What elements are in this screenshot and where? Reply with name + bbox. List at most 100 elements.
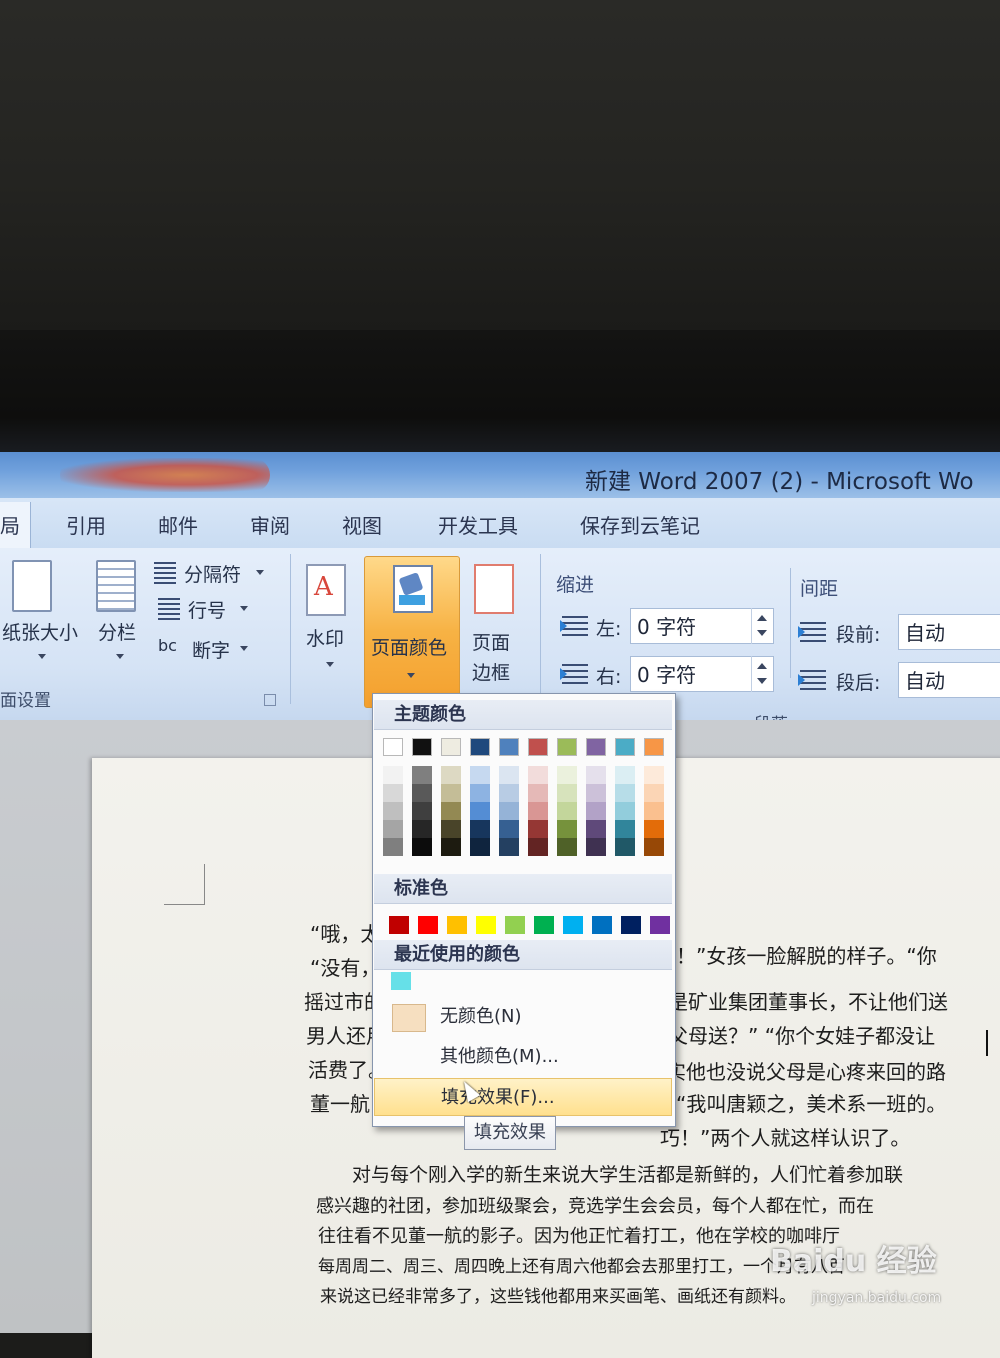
theme-shade-swatch[interactable] [383, 802, 403, 820]
theme-shade-swatch[interactable] [615, 838, 635, 856]
tab-review[interactable]: 审阅 [250, 510, 290, 539]
more-colors-item[interactable]: 其他颜色(M)... [374, 1038, 672, 1076]
theme-shade-swatch[interactable] [528, 820, 548, 838]
tab-view[interactable]: 视图 [342, 510, 382, 539]
page-borders-label-2[interactable]: 边框 [472, 658, 510, 685]
theme-shade-swatch[interactable] [383, 766, 403, 784]
line-numbers-button[interactable]: 行号 [188, 596, 226, 623]
theme-shade-swatch[interactable] [499, 766, 519, 784]
theme-shade-swatch[interactable] [557, 820, 577, 838]
standard-color-swatch[interactable] [592, 916, 612, 934]
breaks-button[interactable]: 分隔符 [184, 560, 241, 587]
standard-color-swatch[interactable] [563, 916, 583, 934]
standard-color-swatch[interactable] [505, 916, 525, 934]
theme-shade-swatch[interactable] [412, 784, 432, 802]
theme-shade-swatch[interactable] [586, 802, 606, 820]
theme-shade-swatch[interactable] [470, 766, 490, 784]
theme-shade-swatch[interactable] [441, 766, 461, 784]
theme-shade-swatch[interactable] [586, 838, 606, 856]
standard-color-swatch[interactable] [447, 916, 467, 934]
theme-shade-swatch[interactable] [499, 820, 519, 838]
indent-right-input[interactable]: 0 字符 [630, 656, 774, 692]
theme-shade-swatch[interactable] [412, 802, 432, 820]
theme-shade-swatch[interactable] [412, 820, 432, 838]
theme-shade-swatch[interactable] [586, 766, 606, 784]
standard-color-swatch[interactable] [650, 916, 670, 934]
paper-size-button[interactable]: 纸张大小 [2, 618, 78, 645]
theme-shade-swatch[interactable] [412, 838, 432, 856]
theme-shade-swatch[interactable] [644, 766, 664, 784]
spacing-before-input[interactable]: 自动 [898, 614, 1000, 650]
theme-shade-swatch[interactable] [586, 820, 606, 838]
watermark-button[interactable]: 水印 [306, 624, 344, 651]
indent-left-input[interactable]: 0 字符 [630, 608, 774, 644]
theme-shade-swatch[interactable] [470, 802, 490, 820]
theme-shade-swatch[interactable] [586, 784, 606, 802]
theme-shade-swatch[interactable] [499, 784, 519, 802]
tab-references[interactable]: 引用 [66, 510, 106, 539]
theme-shade-swatch[interactable] [441, 784, 461, 802]
theme-shade-swatch[interactable] [528, 838, 548, 856]
theme-shade-swatch[interactable] [557, 802, 577, 820]
theme-shade-swatch[interactable] [557, 766, 577, 784]
spacing-before-value: 自动 [905, 621, 945, 645]
theme-color-swatch[interactable] [383, 738, 403, 756]
monitor-bezel [0, 0, 1000, 330]
theme-color-swatch[interactable] [528, 738, 548, 756]
theme-shade-swatch[interactable] [441, 802, 461, 820]
theme-shade-swatch[interactable] [557, 838, 577, 856]
theme-shade-swatch[interactable] [441, 838, 461, 856]
theme-shade-swatch[interactable] [528, 802, 548, 820]
standard-color-swatch[interactable] [418, 916, 438, 934]
page-color-button[interactable]: 页面颜色 [364, 556, 460, 708]
theme-shade-swatch[interactable] [383, 838, 403, 856]
spinner-icon[interactable] [751, 656, 772, 692]
theme-shade-swatch[interactable] [644, 802, 664, 820]
theme-shade-swatch[interactable] [470, 820, 490, 838]
theme-color-swatch[interactable] [615, 738, 635, 756]
page-borders-icon [474, 564, 514, 614]
theme-color-swatch[interactable] [470, 738, 490, 756]
theme-shade-swatch[interactable] [528, 784, 548, 802]
theme-shade-swatch[interactable] [499, 802, 519, 820]
theme-color-swatch[interactable] [441, 738, 461, 756]
theme-shade-swatch[interactable] [615, 802, 635, 820]
theme-shade-swatch[interactable] [615, 820, 635, 838]
theme-color-swatch[interactable] [557, 738, 577, 756]
spinner-icon[interactable] [751, 608, 772, 644]
spacing-after-input[interactable]: 自动 [898, 662, 1000, 698]
theme-color-swatch[interactable] [586, 738, 606, 756]
tab-save-to-cloud-notes[interactable]: 保存到云笔记 [580, 510, 700, 539]
tab-mailings[interactable]: 邮件 [158, 510, 198, 539]
no-color-item[interactable]: 无颜色(N) [374, 998, 672, 1036]
theme-color-swatch[interactable] [412, 738, 432, 756]
tab-developer[interactable]: 开发工具 [438, 510, 518, 539]
theme-shade-swatch[interactable] [615, 784, 635, 802]
theme-shade-swatch[interactable] [383, 784, 403, 802]
theme-shade-swatch[interactable] [499, 838, 519, 856]
theme-color-swatch[interactable] [499, 738, 519, 756]
theme-shade-swatch[interactable] [644, 784, 664, 802]
dialog-launcher-icon[interactable] [264, 694, 276, 706]
office-orb[interactable] [60, 458, 270, 492]
theme-shade-swatch[interactable] [441, 820, 461, 838]
hyphenation-button[interactable]: 断字 [192, 636, 230, 663]
page-borders-label-1[interactable]: 页面 [472, 628, 510, 655]
theme-shade-swatch[interactable] [470, 784, 490, 802]
standard-color-swatch[interactable] [534, 916, 554, 934]
theme-shade-swatch[interactable] [528, 766, 548, 784]
fill-effects-item[interactable]: 填充效果(F)... [374, 1078, 672, 1116]
theme-shade-swatch[interactable] [557, 784, 577, 802]
theme-shade-swatch[interactable] [644, 838, 664, 856]
theme-shade-swatch[interactable] [383, 820, 403, 838]
columns-button[interactable]: 分栏 [98, 618, 136, 645]
theme-shade-swatch[interactable] [615, 766, 635, 784]
recent-color-swatch[interactable] [391, 972, 411, 990]
standard-color-swatch[interactable] [621, 916, 641, 934]
standard-color-swatch[interactable] [476, 916, 496, 934]
theme-shade-swatch[interactable] [644, 820, 664, 838]
theme-color-swatch[interactable] [644, 738, 664, 756]
standard-color-swatch[interactable] [389, 916, 409, 934]
theme-shade-swatch[interactable] [470, 838, 490, 856]
theme-shade-swatch[interactable] [412, 766, 432, 784]
